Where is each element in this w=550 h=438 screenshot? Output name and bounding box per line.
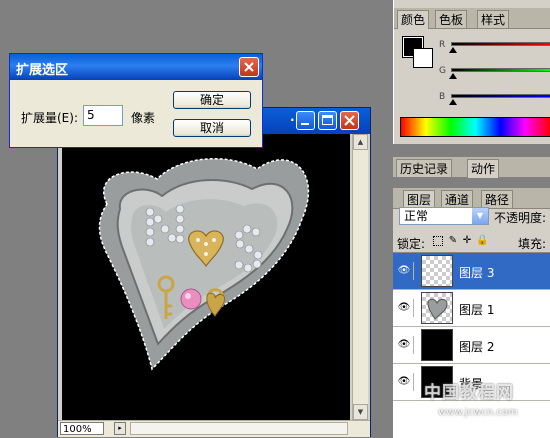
horizontal-scrollbar[interactable] [130, 422, 348, 435]
eye-icon[interactable]: 👁 [395, 373, 414, 391]
heart-thumbnail-icon [427, 298, 448, 320]
color-panel-tabs: 颜色 色板 样式 [394, 8, 550, 29]
chevron-down-icon[interactable]: ▼ [472, 208, 488, 224]
tab-history[interactable]: 历史记录 [396, 159, 453, 177]
layer-name: 图层 3 [459, 266, 495, 280]
close-icon [244, 62, 254, 72]
document-status-bar: 100% ▸ [58, 420, 370, 437]
image-canvas[interactable] [62, 134, 350, 420]
red-slider[interactable] [451, 42, 550, 46]
layer-name: 图层 2 [459, 340, 495, 354]
tab-swatches[interactable]: 色板 [435, 10, 468, 28]
blend-mode-value: 正常 [404, 209, 429, 223]
minimize-button[interactable] [296, 111, 315, 130]
lock-transparency-icon[interactable] [433, 236, 443, 246]
lock-all-icon[interactable]: 🔒 [476, 236, 488, 246]
layer-row-layer-2[interactable]: 👁 图层 2 [393, 327, 550, 364]
cancel-button[interactable]: 取消 [173, 119, 251, 137]
document-window: ... [57, 107, 371, 437]
dialog-close-button[interactable] [239, 57, 259, 77]
maximize-button[interactable] [318, 111, 337, 130]
expand-amount-input[interactable]: 5 [83, 105, 123, 126]
tab-color[interactable]: 颜色 [397, 10, 430, 29]
layer-thumbnail [421, 255, 453, 287]
layer-row-layer-1[interactable]: 👁 图层 1 [393, 290, 550, 327]
heart-locket-image [98, 158, 310, 371]
watermark-url: www.jcwcn.com [438, 407, 518, 418]
dialog-title: 扩展选区 [16, 63, 69, 78]
tab-actions[interactable]: 动作 [467, 159, 500, 178]
status-menu-button[interactable]: ▸ [114, 422, 126, 435]
color-panel: 颜色 色板 样式 R G B [393, 0, 550, 144]
eye-icon[interactable]: 👁 [395, 262, 414, 280]
tab-paths[interactable]: 路径 [481, 190, 514, 208]
vertical-scrollbar[interactable]: ▲ ▼ [352, 134, 368, 420]
red-slider-thumb[interactable] [449, 47, 457, 53]
layer-thumbnail [421, 292, 453, 324]
scroll-down-button[interactable]: ▼ [353, 404, 368, 420]
eye-icon[interactable]: 👁 [395, 299, 414, 317]
close-button[interactable] [340, 111, 359, 130]
tab-channels[interactable]: 通道 [441, 190, 474, 208]
lock-label: 锁定: [397, 237, 426, 251]
blend-mode-select[interactable]: 正常 ▼ [399, 207, 489, 225]
close-icon [344, 115, 355, 126]
layer-name: 图层 1 [459, 303, 495, 317]
history-panel: 历史记录 动作 [393, 157, 550, 178]
layer-thumbnail [421, 329, 453, 361]
blue-channel-label: B [439, 92, 446, 102]
lock-image-brush-icon[interactable]: ✎ [448, 236, 458, 246]
zoom-level-field[interactable]: 100% [60, 422, 104, 435]
expand-selection-dialog: 扩展选区 扩展量(E): 5 像素 确定 取消 [9, 53, 263, 148]
ok-button[interactable]: 确定 [173, 91, 251, 109]
blue-slider-thumb[interactable] [449, 99, 457, 105]
expand-amount-label: 扩展量(E): [21, 111, 78, 125]
maximize-icon [322, 115, 333, 125]
minimize-icon [301, 123, 309, 125]
layer-row-layer-3[interactable]: 👁 图层 3 [393, 253, 550, 290]
blue-slider[interactable] [451, 94, 550, 98]
tab-styles[interactable]: 样式 [477, 10, 510, 28]
red-channel-label: R [439, 40, 446, 50]
opacity-label: 不透明度: [494, 211, 547, 225]
background-color-swatch[interactable] [413, 48, 433, 68]
dialog-titlebar[interactable]: 扩展选区 [10, 54, 262, 80]
fill-label: 填充: [518, 237, 547, 251]
eye-icon[interactable]: 👁 [395, 336, 414, 354]
green-channel-label: G [439, 66, 446, 76]
green-slider-thumb[interactable] [449, 73, 457, 79]
green-slider[interactable] [451, 68, 550, 72]
unit-label: 像素 [131, 111, 156, 125]
lock-position-move-icon[interactable]: ✛ [462, 236, 472, 246]
watermark-text: 中国教程网 [424, 383, 514, 403]
color-spectrum-bar[interactable] [400, 117, 550, 137]
scroll-up-button[interactable]: ▲ [353, 134, 368, 150]
layers-panel-tabs: 图层 通道 路径 [393, 188, 550, 209]
